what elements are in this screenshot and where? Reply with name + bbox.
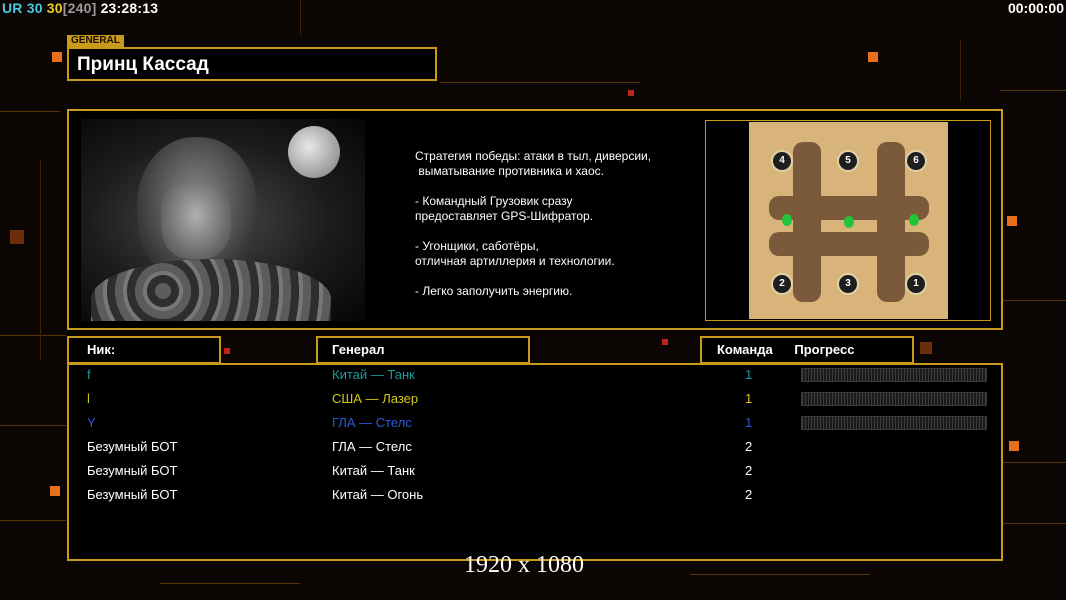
- header-progress-label: Прогресс: [794, 342, 855, 357]
- player-general: Китай — Огонь: [332, 487, 424, 502]
- map-resource-icon: [909, 214, 919, 226]
- player-team: 2: [745, 463, 753, 478]
- player-progress-bar: [801, 416, 987, 430]
- portrait-face: [161, 179, 231, 259]
- player-team: 1: [745, 391, 753, 406]
- hud-timer: 00:00:00: [1007, 0, 1064, 16]
- general-description: Стратегия победы: атаки в тыл, диверсии,…: [415, 149, 652, 298]
- player-team: 1: [745, 367, 753, 382]
- header-nick: Ник:: [67, 336, 221, 364]
- map-start-slot-5[interactable]: 5: [837, 150, 859, 172]
- map-rock: [769, 232, 929, 256]
- hud-ur-label: UR: [2, 0, 23, 16]
- hud-value-2: 30: [46, 0, 63, 16]
- player-nick: f: [87, 367, 91, 382]
- player-general: Китай — Танк: [332, 367, 415, 382]
- player-nick: Безумный БОТ: [87, 439, 178, 454]
- header-nick-label: Ник:: [87, 342, 116, 357]
- player-general: ГЛА — Стелс: [332, 415, 412, 430]
- hud-stats: UR 30 30[240] 23:28:13: [2, 0, 158, 16]
- general-tag: GENERAL: [67, 35, 124, 47]
- player-nick: Безумный БОТ: [87, 487, 178, 502]
- map-rock: [793, 142, 821, 302]
- player-general: Китай — Танк: [332, 463, 415, 478]
- player-nick: Y: [87, 415, 96, 430]
- player-team: 2: [745, 439, 753, 454]
- hud-value-1: 30: [26, 0, 43, 16]
- resolution-watermark: 1920 x 1080: [464, 552, 584, 578]
- player-row: Безумный БОТ Китай — Огонь 2: [69, 483, 1001, 507]
- general-name: Принц Кассад: [77, 54, 209, 75]
- map-rock: [877, 142, 905, 302]
- map-resource-icon: [782, 214, 792, 226]
- header-team-progress: Команда Прогресс: [700, 336, 914, 364]
- map-start-slot-6[interactable]: 6: [905, 150, 927, 172]
- player-row: Безумный БОТ ГЛА — Стелс 2: [69, 435, 1001, 459]
- player-progress-bar: [801, 368, 987, 382]
- player-progress-bar: [801, 392, 987, 406]
- hud-clock: 23:28:13: [100, 0, 159, 16]
- player-team: 1: [745, 415, 753, 430]
- player-nick: l: [87, 391, 90, 406]
- map-resource-icon: [844, 216, 854, 228]
- header-general-label: Генерал: [332, 342, 385, 357]
- moon-image: [288, 126, 340, 178]
- header-general: Генерал: [316, 336, 530, 364]
- players-panel: f Китай — Танк 1 l США — Лазер 1 Y ГЛА —…: [67, 363, 1003, 561]
- map-start-slot-2[interactable]: 2: [771, 273, 793, 295]
- player-general: ГЛА — Стелс: [332, 439, 412, 454]
- hud-bracket-value: [240]: [62, 0, 97, 16]
- map-start-slot-3[interactable]: 3: [837, 273, 859, 295]
- header-team-label: Команда: [717, 342, 773, 357]
- map-image: 4 5 6 2 3 1: [749, 122, 948, 319]
- map-start-slot-4[interactable]: 4: [771, 150, 793, 172]
- player-row: Y ГЛА — Стелс 1: [69, 411, 1001, 435]
- portrait-body: [91, 259, 331, 321]
- player-general: США — Лазер: [332, 391, 419, 406]
- general-portrait: [81, 119, 365, 321]
- general-info-panel: Стратегия победы: атаки в тыл, диверсии,…: [67, 109, 1003, 330]
- map-start-slot-1[interactable]: 1: [905, 273, 927, 295]
- map-preview: 4 5 6 2 3 1: [705, 120, 991, 321]
- player-row: f Китай — Танк 1: [69, 363, 1001, 387]
- player-row: Безумный БОТ Китай — Танк 2: [69, 459, 1001, 483]
- general-title-box: Принц Кассад: [67, 47, 437, 81]
- player-team: 2: [745, 487, 753, 502]
- player-row: l США — Лазер 1: [69, 387, 1001, 411]
- player-nick: Безумный БОТ: [87, 463, 178, 478]
